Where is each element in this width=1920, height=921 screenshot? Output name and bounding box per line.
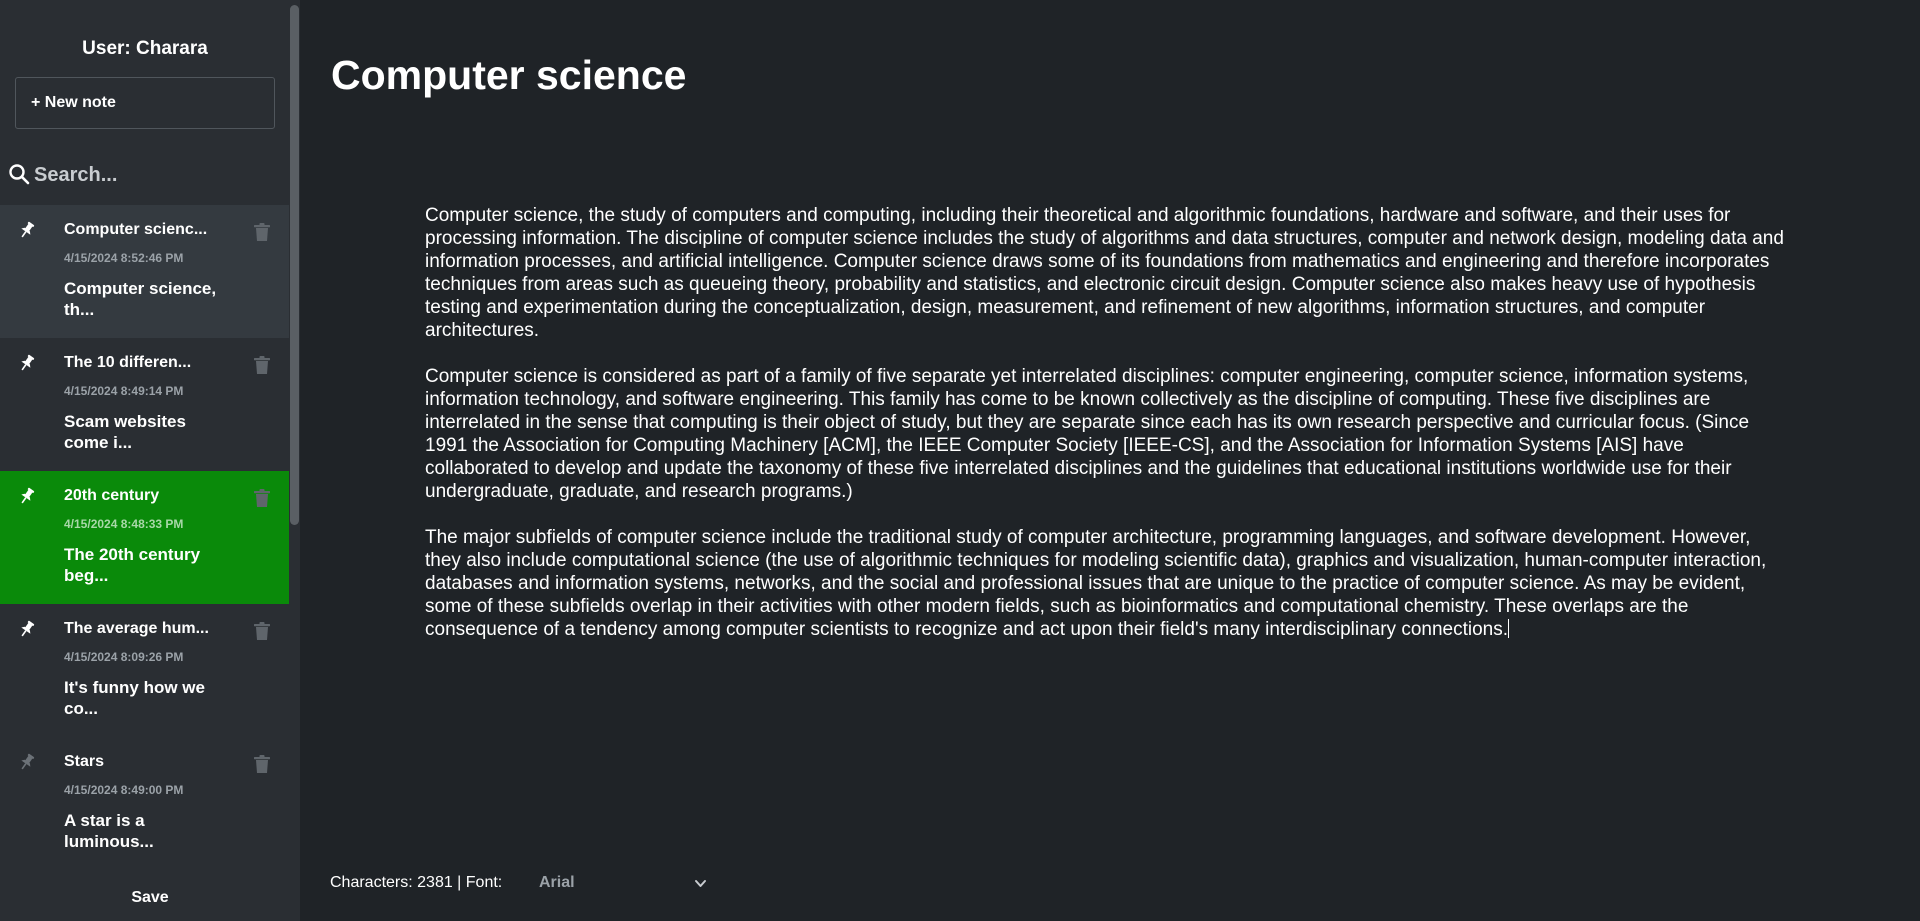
note-item-date: 4/15/2024 8:52:46 PM [64,251,184,265]
search-icon [9,164,30,185]
notes-app: User: Charara + New note Computer scienc… [0,0,1920,921]
note-item-preview: Computer science, th... [64,279,217,319]
search-bar [0,158,290,192]
note-item-preview: A star is a luminous... [64,811,154,851]
note-item-preview: Scam websites come i... [64,412,186,452]
save-button[interactable]: Save [0,873,300,921]
sidebar: User: Charara + New note Computer scienc… [0,0,300,921]
notes-list: Computer scienc... 4/15/2024 8:52:46 PM Co… [0,205,290,873]
pin-icon[interactable] [17,220,37,240]
trash-icon[interactable] [253,754,271,774]
note-paragraph-2: Computer science is considered as part o… [425,366,1750,502]
note-list-item[interactable]: Computer scienc... 4/15/2024 8:52:46 PM Co… [0,205,290,338]
note-list-item[interactable]: The average hum... 4/15/2024 8:09:26 PM It… [0,604,290,737]
note-item-date: 4/15/2024 8:49:14 PM [64,384,184,398]
search-input[interactable] [34,158,284,192]
note-paragraph-1: Computer science, the study of computers… [425,205,1784,341]
text-caret [1508,619,1510,638]
note-item-preview: The 20th century beg... [64,545,201,585]
trash-icon[interactable] [253,488,271,508]
note-paragraph-3-text: The major subfields of computer science … [425,527,1767,640]
note-body-editor[interactable]: Computer science, the study of computers… [425,204,1790,664]
note-list-item[interactable]: The 10 differen... 4/15/2024 8:49:14 PM Sc… [0,338,290,471]
status-bar-text: Characters: 2381 | Font: [330,874,503,891]
note-item-preview: It's funny how we co... [64,678,205,718]
trash-icon[interactable] [253,355,271,375]
note-item-date: 4/15/2024 8:09:26 PM [64,650,184,664]
font-select[interactable]: Arial [539,873,709,895]
note-item-title: The 10 differen... [64,354,192,371]
note-item-title: 20th century [64,487,160,504]
user-label: User: Charara [82,38,208,59]
pin-icon[interactable] [17,752,37,772]
note-item-title: Stars [64,753,105,770]
editor: Computer science Computer science, the s… [300,0,1920,921]
note-item-date: 4/15/2024 8:48:33 PM [64,517,184,531]
note-paragraph-3: The major subfields of computer science … [425,526,1790,641]
pin-icon[interactable] [17,619,37,639]
chevron-down-icon [695,880,706,887]
note-item-title: Computer scienc... [64,221,208,238]
pin-icon[interactable] [17,486,37,506]
sidebar-scrollbar-thumb[interactable] [290,5,299,525]
note-item-title: The average hum... [64,620,209,637]
trash-icon[interactable] [253,621,271,641]
note-title[interactable]: Computer science [331,52,686,99]
pin-icon[interactable] [17,353,37,373]
font-select-value: Arial [539,874,575,891]
note-item-date: 4/15/2024 8:49:00 PM [64,783,184,797]
note-list-item[interactable]: 20th century 4/15/2024 8:48:33 PM The 20th… [0,471,290,604]
note-list-item[interactable]: Stars 4/15/2024 8:49:00 PM A star is a lum… [0,737,290,870]
new-note-button[interactable]: + New note [15,77,275,129]
trash-icon[interactable] [253,222,271,242]
